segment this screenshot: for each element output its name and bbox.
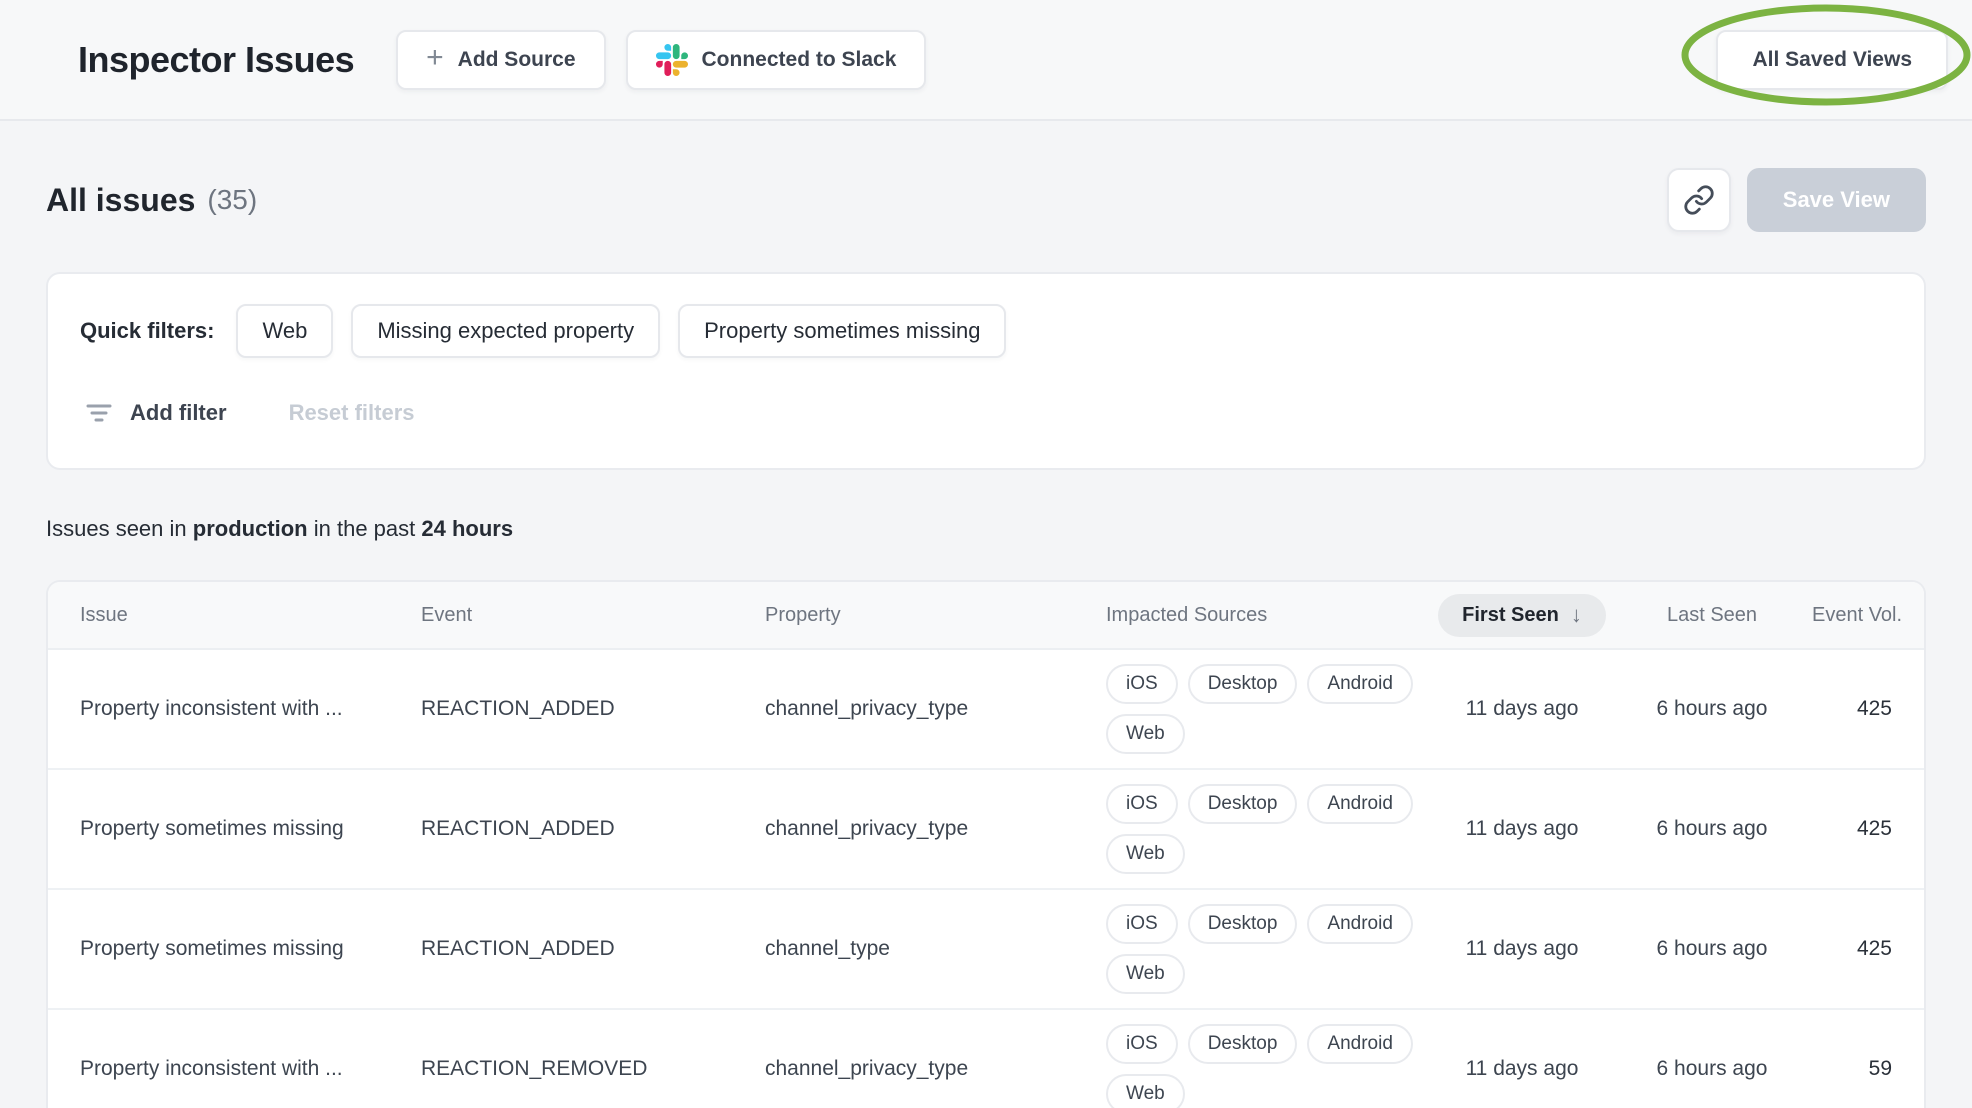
connected-to-slack-button[interactable]: Connected to Slack: [625, 29, 927, 90]
source-pill: Web: [1106, 834, 1185, 874]
property-cell: channel_privacy_type: [765, 817, 969, 840]
slack-icon: [655, 43, 688, 76]
slack-button-label: Connected to Slack: [701, 47, 897, 71]
quick-filter-buttons: Web Missing expected property Property som…: [236, 304, 1007, 358]
link-icon: [1684, 185, 1714, 215]
property-cell: channel_type: [765, 937, 890, 960]
table-body: Property inconsistent with ... REACTION_A…: [48, 650, 1924, 1108]
source-pill: Desktop: [1187, 1024, 1298, 1064]
save-view-button[interactable]: Save View: [1746, 168, 1926, 232]
table-row[interactable]: Property inconsistent with ... REACTION_R…: [48, 1010, 1924, 1108]
col-header-first-seen: First Seen ↓: [1432, 593, 1612, 637]
event-vol-cell: 425: [1856, 937, 1892, 960]
table-header-row: Issue Event Property Impacted Sources Fi…: [48, 582, 1924, 650]
add-source-label: Add Source: [457, 47, 576, 71]
scope-environment: production: [192, 516, 308, 541]
issues-table: Issue Event Property Impacted Sources Fi…: [46, 580, 1926, 1108]
sort-desc-icon: ↓: [1570, 602, 1582, 627]
event-vol-cell: 425: [1856, 697, 1892, 720]
scope-line: Issues seen in production in the past 24…: [46, 516, 1926, 542]
table-row[interactable]: Property sometimes missing REACTION_ADDED…: [48, 890, 1924, 1010]
col-header-event-vol[interactable]: Event Vol.: [1812, 604, 1902, 627]
last-seen-cell: 6 hours ago: [1656, 937, 1768, 960]
source-pill: iOS: [1106, 784, 1178, 824]
quick-filters-label: Quick filters:: [80, 318, 215, 343]
scope-middle: in the past: [307, 516, 422, 541]
event-cell: REACTION_REMOVED: [421, 1057, 648, 1080]
copy-link-button[interactable]: [1666, 168, 1731, 232]
col-header-event[interactable]: Event: [421, 604, 765, 627]
source-pill: Android: [1307, 664, 1413, 704]
last-seen-cell: 6 hours ago: [1656, 1057, 1768, 1080]
add-filter-button[interactable]: Add filter: [130, 400, 227, 426]
event-cell: REACTION_ADDED: [421, 697, 615, 720]
col-header-last-seen[interactable]: Last Seen: [1612, 604, 1812, 627]
source-pill: iOS: [1106, 1024, 1178, 1064]
all-saved-views-label: All Saved Views: [1752, 47, 1912, 71]
first-seen-cell: 11 days ago: [1465, 937, 1579, 960]
source-pill: Desktop: [1187, 904, 1298, 944]
source-pill: Android: [1307, 904, 1413, 944]
source-pill: iOS: [1106, 664, 1178, 704]
source-pill: Web: [1106, 1074, 1185, 1108]
source-pill: Android: [1307, 784, 1413, 824]
source-pill: Android: [1307, 1024, 1413, 1064]
event-vol-cell: 59: [1868, 1057, 1892, 1080]
table-row[interactable]: Property inconsistent with ... REACTION_A…: [48, 650, 1924, 770]
first-seen-cell: 11 days ago: [1465, 1057, 1579, 1080]
col-header-property[interactable]: Property: [765, 604, 1106, 627]
first-seen-cell: 11 days ago: [1465, 817, 1579, 840]
filter-icon: [86, 404, 112, 422]
col-header-impacted-sources[interactable]: Impacted Sources: [1106, 604, 1432, 627]
scope-prefix: Issues seen in: [46, 516, 193, 541]
event-vol-cell: 425: [1856, 817, 1892, 840]
issue-cell: Property inconsistent with ...: [80, 1057, 343, 1080]
last-seen-cell: 6 hours ago: [1656, 697, 1768, 720]
col-header-issue[interactable]: Issue: [80, 604, 421, 627]
scope-time-range: 24 hours: [421, 516, 514, 541]
source-pill: iOS: [1106, 904, 1178, 944]
sources-cell: iOS Desktop Android Web: [1106, 1010, 1418, 1108]
quick-filter-button[interactable]: Missing expected property: [351, 304, 661, 358]
issue-cell: Property sometimes missing: [80, 817, 344, 840]
first-seen-label: First Seen: [1462, 603, 1559, 626]
reset-filters-button[interactable]: Reset filters: [289, 400, 415, 426]
source-pill: Desktop: [1187, 784, 1298, 824]
sources-cell: iOS Desktop Android Web: [1106, 770, 1418, 888]
filter-actions-row: Add filter Reset filters: [80, 398, 1892, 428]
quick-filter-button[interactable]: Property sometimes missing: [678, 304, 1007, 358]
first-seen-cell: 11 days ago: [1465, 697, 1579, 720]
source-pill: Web: [1106, 954, 1185, 994]
first-seen-sort-button[interactable]: First Seen ↓: [1438, 593, 1606, 637]
property-cell: channel_privacy_type: [765, 697, 969, 720]
quick-filters-card: Quick filters: Web Missing expected prope…: [46, 272, 1926, 470]
quick-filter-button[interactable]: Web: [236, 304, 334, 358]
source-pill: Web: [1106, 714, 1185, 754]
plus-icon: +: [426, 41, 444, 74]
sources-cell: iOS Desktop Android Web: [1106, 650, 1418, 768]
all-saved-views-button[interactable]: All Saved Views: [1716, 29, 1948, 90]
main-content: All issues (35) Save View Quick filters:…: [0, 168, 1972, 1108]
sources-cell: iOS Desktop Android Web: [1106, 890, 1418, 1008]
source-pill: Desktop: [1187, 664, 1298, 704]
issue-cell: Property sometimes missing: [80, 937, 344, 960]
view-title: All issues: [46, 181, 196, 218]
quick-filters-row: Quick filters: Web Missing expected prope…: [80, 304, 1892, 358]
view-header: All issues (35) Save View: [46, 168, 1926, 232]
issue-cell: Property inconsistent with ...: [80, 697, 343, 720]
event-cell: REACTION_ADDED: [421, 937, 615, 960]
issue-count: (35): [207, 184, 258, 215]
page-title: Inspector Issues: [78, 38, 355, 80]
event-cell: REACTION_ADDED: [421, 817, 615, 840]
top-bar: Inspector Issues + Add Source Connected …: [0, 0, 1972, 121]
property-cell: channel_privacy_type: [765, 1057, 969, 1080]
table-row[interactable]: Property sometimes missing REACTION_ADDED…: [48, 770, 1924, 890]
add-source-button[interactable]: + Add Source: [396, 29, 606, 90]
last-seen-cell: 6 hours ago: [1656, 817, 1768, 840]
